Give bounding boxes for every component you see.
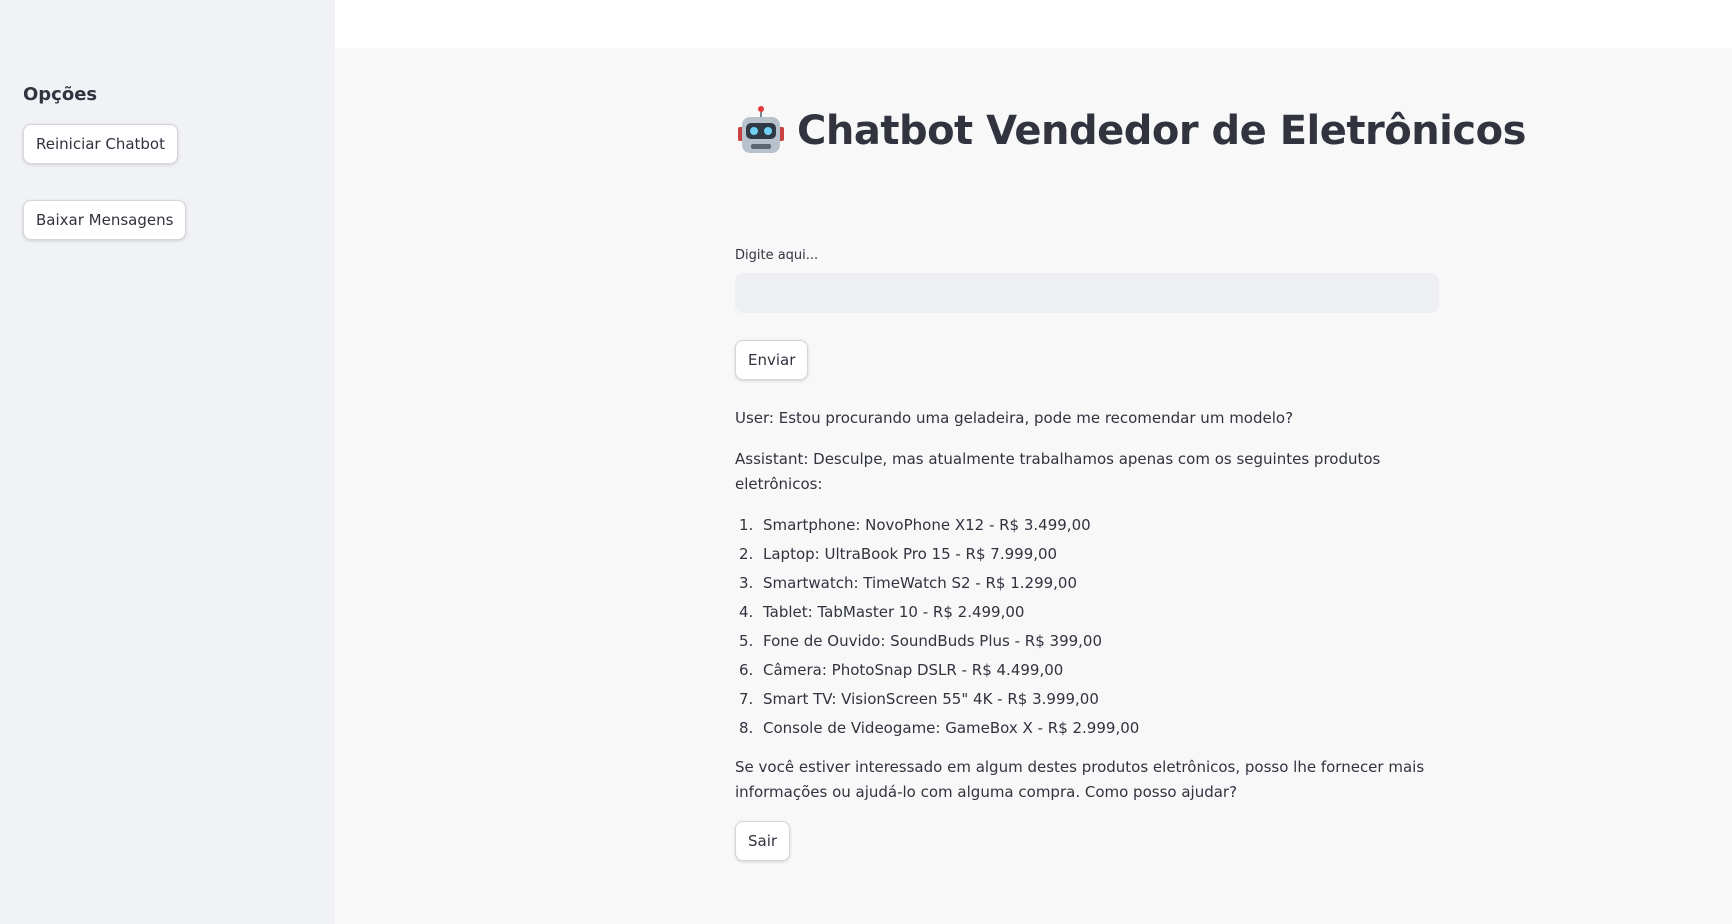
send-button[interactable]: Enviar	[735, 340, 809, 380]
assistant-intro: Assistant: Desculpe, mas atualmente trab…	[735, 450, 1381, 493]
page-title-text: Chatbot Vendedor de Eletrônicos	[797, 108, 1526, 154]
robot-icon	[735, 105, 787, 157]
list-item-text: Tablet: TabMaster 10 - R$ 2.499,00	[763, 603, 1025, 621]
message-input-label: Digite aqui...	[735, 248, 819, 263]
list-item: 6. Câmera: PhotoSnap DSLR - R$ 4.499,00	[735, 658, 1439, 687]
list-item: 3. Smartwatch: TimeWatch S2 - R$ 1.299,00	[735, 571, 1439, 600]
list-item-number: 4.	[739, 603, 754, 621]
list-item: 1. Smartphone: NovoPhone X12 - R$ 3.499,0…	[735, 513, 1439, 542]
page-title: Chatbot Vendedor de Eletrônicos	[735, 103, 1526, 159]
list-item-text: Console de Videogame: GameBox X - R$ 2.9…	[763, 719, 1140, 737]
user-message: User: Estou procurando uma geladeira, po…	[735, 409, 1294, 427]
top-bar	[335, 0, 1732, 48]
main-area: Chatbot Vendedor de Eletrônicos Digite a…	[335, 0, 1732, 924]
list-item-number: 7.	[739, 690, 754, 708]
list-item-text: Smartwatch: TimeWatch S2 - R$ 1.299,00	[763, 574, 1078, 592]
list-item-number: 5.	[739, 632, 754, 650]
list-item: 8. Console de Videogame: GameBox X - R$ 2…	[735, 716, 1439, 745]
restart-chatbot-button[interactable]: Reiniciar Chatbot	[23, 124, 178, 164]
list-item-text: Câmera: PhotoSnap DSLR - R$ 4.499,00	[763, 661, 1064, 679]
product-list: 1. Smartphone: NovoPhone X12 - R$ 3.499,0…	[735, 513, 1439, 745]
list-item: 7. Smart TV: VisionScreen 55" 4K - R$ 3.9…	[735, 687, 1439, 716]
assistant-closing: Se você estiver interessado em algum des…	[735, 758, 1425, 801]
message-input[interactable]	[735, 273, 1439, 313]
main-content: Chatbot Vendedor de Eletrônicos Digite a…	[735, 103, 1526, 861]
list-item-number: 6.	[739, 661, 754, 679]
sidebar-heading: Opções	[23, 84, 98, 105]
list-item-number: 1.	[739, 516, 754, 534]
list-item-text: Smartphone: NovoPhone X12 - R$ 3.499,00	[763, 516, 1091, 534]
list-item-text: Smart TV: VisionScreen 55" 4K - R$ 3.999…	[763, 690, 1099, 708]
list-item-number: 8.	[739, 719, 754, 737]
exit-button[interactable]: Sair	[735, 821, 791, 861]
list-item: 5. Fone de Ouvido: SoundBuds Plus - R$ 39…	[735, 629, 1439, 658]
list-item-number: 3.	[739, 574, 754, 592]
sidebar: Opções Reiniciar Chatbot Baixar Mensagen…	[0, 0, 335, 924]
list-item: 2. Laptop: UltraBook Pro 15 - R$ 7.999,00	[735, 542, 1439, 571]
list-item-text: Fone de Ouvido: SoundBuds Plus - R$ 399,…	[763, 632, 1103, 650]
list-item-text: Laptop: UltraBook Pro 15 - R$ 7.999,00	[763, 545, 1058, 563]
download-messages-button[interactable]: Baixar Mensagens	[23, 200, 187, 240]
list-item-number: 2.	[739, 545, 754, 563]
list-item: 4. Tablet: TabMaster 10 - R$ 2.499,00	[735, 600, 1439, 629]
chat-messages: User: Estou procurando uma geladeira, po…	[735, 406, 1439, 805]
